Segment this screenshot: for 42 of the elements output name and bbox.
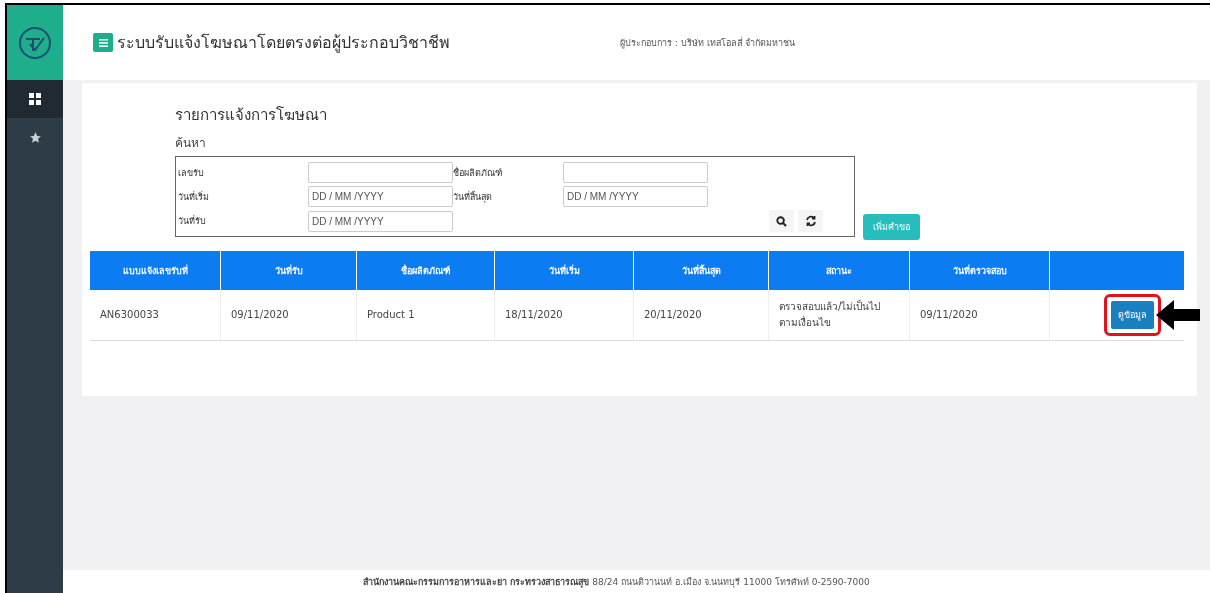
table-cell: AN6300033 <box>90 290 221 341</box>
star-icon <box>28 130 42 144</box>
refresh-button[interactable] <box>798 210 823 232</box>
field-label: ชื่อผลิตภัณฑ์ <box>453 166 503 180</box>
grid-icon <box>29 93 41 105</box>
refresh-icon <box>804 215 817 227</box>
sidebar-item[interactable] <box>7 80 63 118</box>
field-label: วันที่สิ้นสุด <box>453 190 493 204</box>
search-button[interactable] <box>769 210 794 232</box>
table-cell: 20/11/2020 <box>633 290 769 341</box>
input-field[interactable] <box>308 162 453 183</box>
footer-text: สำนักงานคณะกรรมการอาหารและยา กระทรวงสาธารณสุข 88/24 ถนนติวานนท์ อ.เมือง จ.นนทบุรี 11000 โทรศัพท์ 0-2590-7000 <box>363 575 870 589</box>
column-header: วันที่ตรวจสอบ <box>909 251 1050 290</box>
logo-icon <box>18 25 52 60</box>
column-header: แบบแจ้งเลขรับที่ <box>90 251 221 290</box>
menu-button[interactable] <box>93 33 113 52</box>
add-request-button[interactable]: เพิ่มคำขอ <box>863 214 920 240</box>
date-field[interactable]: DD / MM /YYYY <box>563 186 708 207</box>
column-header: วันที่เริ่ม <box>494 251 634 290</box>
field-label: เลขรับ <box>178 166 205 180</box>
date-field[interactable]: DD / MM /YYYY <box>308 210 453 232</box>
table-cell: 09/11/2020 <box>909 290 1050 341</box>
search-label: ค้นหา <box>175 135 207 152</box>
operator-name: ผู้ประกอบการ : บริษัท เทสโอลลี่ จำกัดมหาชน <box>620 36 796 50</box>
column-header: สถานะ <box>768 251 910 290</box>
table-cell: 09/11/2020 <box>220 290 357 341</box>
table-cell: Product 1 <box>356 290 495 341</box>
view-button[interactable]: ดูข้อมูล <box>1110 301 1154 329</box>
table-cell: 18/11/2020 <box>494 290 634 341</box>
table-cell: ตรวจสอบแล้ว/ไม่เป็นไปตามเงื่อนไข <box>768 290 910 341</box>
app-title: ระบบรับแจ้งโฆษณาโดยตรงต่อผู้ประกอบวิชาชีพ <box>117 32 450 55</box>
column-header: ชื่อผลิตภัณฑ์ <box>356 251 495 290</box>
field-label: วันที่เริ่ม <box>178 190 210 204</box>
date-field[interactable]: DD / MM /YYYY <box>308 186 453 207</box>
page-title: รายการแจ้งการโฆษณา <box>175 105 328 126</box>
field-label: วันที่รับ <box>178 214 207 228</box>
input-field[interactable] <box>563 162 708 183</box>
menu-icon <box>98 38 108 47</box>
column-header: วันที่สิ้นสุด <box>633 251 769 290</box>
arrow-icon <box>1156 300 1200 330</box>
search-icon <box>776 215 787 227</box>
column-header: วันที่รับ <box>220 251 357 290</box>
